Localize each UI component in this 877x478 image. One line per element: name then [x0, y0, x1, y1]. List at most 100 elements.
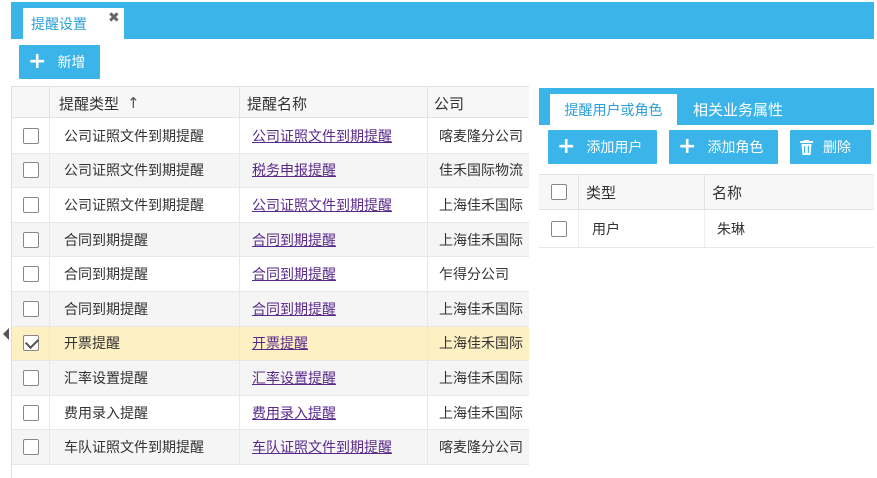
reminder-name-cell: 合同到期提醒	[240, 222, 428, 257]
row-checkbox[interactable]	[22, 162, 39, 179]
reminder-name-link[interactable]: 公司证照文件到期提醒	[252, 195, 392, 215]
reminder-name-link[interactable]: 开票提醒	[252, 333, 308, 353]
reminder-name-link[interactable]: 费用录入提醒	[252, 403, 336, 423]
row-select-cell	[539, 210, 579, 247]
company-cell: 上海佳禾国际	[439, 232, 523, 249]
recipient-type: 用户	[579, 210, 705, 247]
reminder-type-cell: 合同到期提醒	[50, 257, 240, 291]
reminder-name-cell: 汇率设置提醒	[240, 361, 428, 395]
row-select-cell	[12, 257, 50, 291]
row-checkbox[interactable]	[22, 335, 39, 352]
delete-button[interactable]: 删除	[790, 130, 871, 164]
row-checkbox[interactable]	[22, 439, 39, 456]
table-row[interactable]: 费用录入提醒 费用录入提醒 上海佳禾国际	[12, 395, 529, 431]
company-cell: 喀麦隆分公司	[439, 440, 523, 457]
table-row[interactable]: 公司证照文件到期提醒 公司证照文件到期提醒 喀麦隆分公司	[12, 119, 529, 154]
reminder-name-cell: 费用录入提醒	[240, 395, 428, 430]
row-checkbox[interactable]	[22, 196, 39, 213]
add-role-button[interactable]: + 添加角色	[669, 130, 778, 164]
panel-splitter[interactable]	[0, 0, 11, 478]
tab-related-business-attributes[interactable]: 相关业务属性	[693, 94, 783, 125]
reminder-name-link[interactable]: 税务申报提醒	[252, 160, 336, 180]
row-select-cell	[12, 395, 50, 430]
reminder-type-cell: 汇率设置提醒	[50, 361, 240, 395]
row-checkbox[interactable]	[550, 220, 567, 237]
row-select-cell	[12, 291, 50, 326]
plus-icon: +	[678, 134, 697, 159]
select-all-checkbox[interactable]	[550, 184, 567, 200]
add-button-label: 新增	[57, 55, 86, 71]
table-row[interactable]: 开票提醒 开票提醒 上海佳禾国际	[12, 326, 529, 362]
reminder-type-cell: 合同到期提醒	[50, 222, 240, 257]
recipient-name: 朱琳	[717, 221, 745, 238]
table-row[interactable]: 公司证照文件到期提醒 税务申报提醒 佳禾国际物流	[12, 153, 529, 189]
recipient-table-header: 类型 名称	[539, 174, 874, 210]
reminder-type-cell: 车队证照文件到期提醒	[50, 430, 240, 464]
reminder-type-cell: 开票提醒	[50, 326, 240, 361]
reminder-table-body: 公司证照文件到期提醒 公司证照文件到期提醒 喀麦隆分公司 公司证照文件到期提醒 税务申报…	[12, 119, 529, 465]
row-select-cell	[12, 119, 50, 153]
company-cell: 上海佳禾国际	[439, 301, 523, 318]
row-select-cell	[12, 361, 50, 395]
row-select-cell	[12, 153, 50, 188]
row-select-cell	[12, 222, 50, 257]
company-cell: 喀麦隆分公司	[439, 128, 523, 145]
trash-icon	[800, 139, 813, 155]
tab-label: 提醒设置	[31, 16, 87, 33]
reminder-name-link[interactable]: 合同到期提醒	[252, 299, 336, 319]
header-type[interactable]: 类型	[579, 175, 705, 209]
row-checkbox[interactable]	[22, 127, 39, 144]
row-select-cell	[12, 326, 50, 361]
reminder-type-cell: 费用录入提醒	[50, 395, 240, 430]
row-checkbox[interactable]	[22, 369, 39, 386]
reminder-type-cell: 合同到期提醒	[50, 291, 240, 326]
reminder-name-cell: 税务申报提醒	[240, 153, 428, 188]
plus-icon: +	[557, 134, 576, 159]
reminder-name-link[interactable]: 合同到期提醒	[252, 264, 336, 284]
company-cell: 上海佳禾国际	[439, 197, 523, 214]
reminder-list-panel: 提醒类型 ↑ 提醒名称 公司 公司证照文件到期提醒 公司证照文件到期提醒 喀麦隆分公…	[11, 86, 529, 478]
reminder-type-cell: 公司证照文件到期提醒	[50, 153, 240, 188]
company-cell: 佳禾国际物流	[439, 163, 523, 180]
header-name[interactable]: 名称	[705, 175, 874, 209]
table-row[interactable]: 汇率设置提醒 汇率设置提醒 上海佳禾国际	[12, 361, 529, 396]
sort-ascending-icon[interactable]: ↑	[127, 94, 140, 112]
header-select-cell	[12, 87, 50, 119]
header-company[interactable]: 公司	[428, 87, 529, 119]
header-select-cell	[539, 175, 579, 209]
main-tab-bar	[11, 2, 874, 39]
row-checkbox[interactable]	[22, 300, 39, 317]
reminder-table-header: 提醒类型 ↑ 提醒名称 公司	[12, 86, 529, 119]
reminder-name-cell: 车队证照文件到期提醒	[240, 430, 428, 464]
collapse-arrow-icon[interactable]	[3, 328, 9, 340]
table-row[interactable]: 合同到期提醒 合同到期提醒 上海佳禾国际	[12, 291, 529, 327]
reminder-name-cell: 合同到期提醒	[240, 291, 428, 326]
reminder-name-cell: 公司证照文件到期提醒	[240, 188, 428, 222]
row-checkbox[interactable]	[22, 231, 39, 248]
table-row[interactable]: 合同到期提醒 合同到期提醒 上海佳禾国际	[12, 222, 529, 258]
recipient-row[interactable]: 用户 朱琳	[539, 210, 874, 248]
table-row[interactable]: 合同到期提醒 合同到期提醒 乍得分公司	[12, 257, 529, 292]
reminder-name-link[interactable]: 汇率设置提醒	[252, 368, 336, 388]
row-checkbox[interactable]	[22, 266, 39, 283]
recipient-panel: 提醒用户或角色 相关业务属性 + 添加用户 + 添加角色 删除 类型 名称 用户	[539, 86, 874, 478]
table-row[interactable]: 车队证照文件到期提醒 车队证照文件到期提醒 喀麦隆分公司	[12, 430, 529, 465]
header-reminder-name[interactable]: 提醒名称	[240, 87, 428, 119]
company-cell: 乍得分公司	[439, 267, 509, 284]
company-cell: 上海佳禾国际	[439, 336, 523, 353]
row-checkbox[interactable]	[22, 404, 39, 421]
close-icon[interactable]: ✖	[108, 10, 120, 26]
tab-recipient-user-role[interactable]: 提醒用户或角色	[550, 94, 677, 125]
company-cell: 上海佳禾国际	[439, 370, 523, 387]
plus-icon: +	[28, 49, 47, 74]
reminder-name-link[interactable]: 公司证照文件到期提醒	[252, 126, 392, 146]
reminder-type-cell: 公司证照文件到期提醒	[50, 188, 240, 222]
reminder-name-link[interactable]: 车队证照文件到期提醒	[252, 437, 392, 457]
reminder-name-link[interactable]: 合同到期提醒	[252, 230, 336, 250]
add-user-button[interactable]: + 添加用户	[548, 130, 657, 164]
table-row[interactable]: 公司证照文件到期提醒 公司证照文件到期提醒 上海佳禾国际	[12, 188, 529, 223]
company-cell: 上海佳禾国际	[439, 405, 523, 422]
row-select-cell	[12, 188, 50, 222]
header-reminder-type[interactable]: 提醒类型 ↑	[50, 87, 240, 119]
add-button[interactable]: + 新增	[19, 45, 100, 79]
